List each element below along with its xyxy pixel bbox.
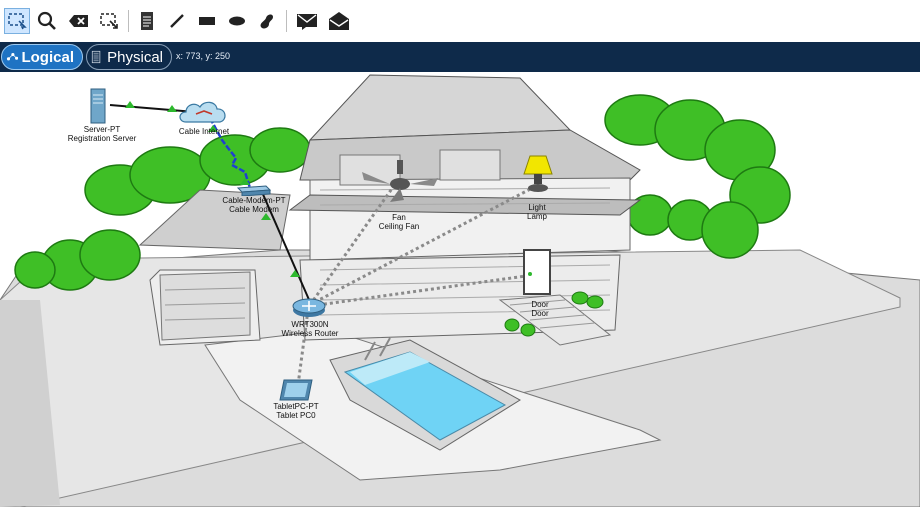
add-simple-pdu-tool-button[interactable] (294, 8, 320, 34)
cloud-label: Cable Internet (178, 127, 230, 136)
cloud-device[interactable] (178, 98, 230, 126)
server-device[interactable] (88, 87, 108, 125)
ceiling-fan-device[interactable] (360, 160, 440, 204)
closed-envelope-icon (297, 14, 317, 30)
server-label: Server-PT Registration Server (67, 125, 137, 143)
add-complex-pdu-tool-button[interactable] (326, 8, 352, 34)
line-icon (170, 14, 184, 28)
inspect-tool-button[interactable] (34, 8, 60, 34)
physical-mode-button[interactable]: Physical (86, 44, 172, 70)
network-connections (109, 101, 539, 386)
cloud-icon (179, 101, 226, 123)
wireless-router-label: WRT300N Wireless Router (281, 320, 339, 338)
ceiling-fan-icon (362, 160, 438, 202)
physical-mode-label: Physical (107, 48, 163, 66)
cable-modem-device[interactable] (236, 183, 272, 197)
ceiling-fan-label: Fan Ceiling Fan (378, 213, 420, 231)
draw-freeform-tool-button[interactable] (254, 8, 280, 34)
door-device[interactable] (522, 248, 552, 296)
logical-workspace-canvas[interactable]: Server-PT Registration Server Cable Inter… (0, 72, 920, 507)
logical-mode-label: Logical (21, 48, 74, 66)
draw-ellipse-tool-button[interactable] (224, 8, 250, 34)
wireless-links (296, 179, 539, 386)
wireless-router-icon (292, 298, 326, 317)
magnifier-icon (37, 11, 56, 30)
workspace-mode-bar: Logical Physical (0, 42, 920, 72)
resize-shape-tool-button[interactable] (96, 8, 122, 34)
cable-modem-label: Cable-Modem-PT Cable Modem (222, 196, 286, 214)
lamp-label: Light Lamp (526, 203, 548, 221)
toolbar (0, 0, 920, 43)
tablet-pc-icon (279, 379, 313, 401)
ellipse-icon (229, 16, 245, 26)
delete-tool-button[interactable] (66, 8, 92, 34)
note-icon (141, 12, 153, 30)
toolbar-separator (128, 10, 129, 32)
lamp-icon (523, 155, 553, 192)
cursor-coordinates: x: 773, y: 250 (176, 51, 231, 61)
cable-modem-icon (236, 185, 272, 197)
resize-icon (100, 13, 118, 29)
logical-topology-icon (6, 52, 19, 61)
draw-rectangle-tool-button[interactable] (194, 8, 220, 34)
select-tool-button[interactable] (4, 8, 30, 34)
freeform-icon (260, 14, 273, 29)
delete-icon (69, 15, 88, 27)
place-note-tool-button[interactable] (134, 8, 160, 34)
door-icon (523, 249, 551, 295)
toolbar-separator (286, 10, 287, 32)
draw-line-tool-button[interactable] (164, 8, 190, 34)
door-label: Door Door (531, 300, 549, 318)
lamp-device[interactable] (518, 154, 558, 200)
tablet-pc-label: TabletPC-PT Tablet PC0 (273, 402, 319, 420)
physical-rack-icon (91, 50, 101, 64)
open-envelope-icon (329, 12, 349, 30)
marquee-select-icon (8, 13, 27, 30)
server-icon (90, 88, 106, 124)
logical-mode-button[interactable]: Logical (1, 44, 83, 70)
wireless-router-device[interactable] (292, 294, 326, 318)
tablet-pc-device[interactable] (278, 378, 314, 402)
rectangle-icon (199, 17, 215, 25)
